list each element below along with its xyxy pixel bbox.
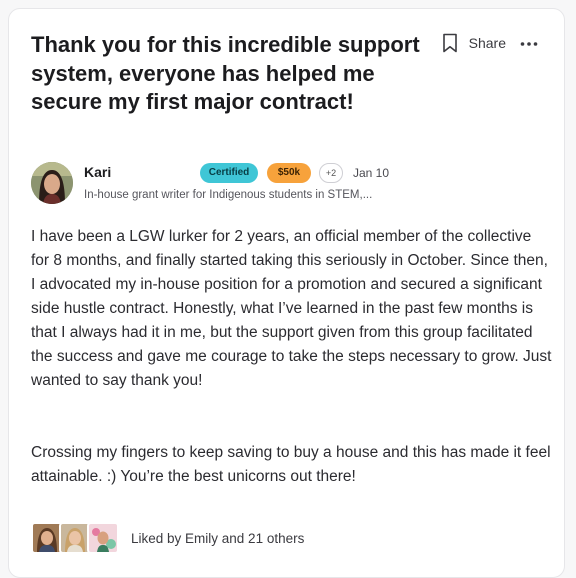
liker-avatar[interactable] — [87, 522, 119, 554]
avatar[interactable] — [31, 162, 73, 204]
post-paragraph: I have been a LGW lurker for 2 years, an… — [31, 228, 552, 389]
more-badges-button[interactable]: +2 — [319, 163, 343, 183]
post-paragraph: Crossing my fingers to keep saving to bu… — [31, 444, 551, 485]
share-button[interactable]: Share — [469, 35, 506, 51]
post-card: Thank you for this incredible support sy… — [8, 8, 565, 578]
certified-badge: Certified — [200, 163, 258, 183]
post-actions: Share — [442, 33, 538, 53]
likes-row: Liked by Emily and 21 others — [31, 522, 304, 554]
bookmark-icon[interactable] — [442, 33, 458, 53]
author-bio: In-house grant writer for Indigenous stu… — [84, 189, 373, 201]
post-date: Jan 10 — [353, 166, 390, 180]
post-body: I have been a LGW lurker for 2 years, an… — [31, 225, 553, 489]
more-dots-icon[interactable] — [520, 34, 538, 52]
likes-summary[interactable]: Liked by Emily and 21 others — [131, 531, 304, 546]
post-title: Thank you for this incredible support sy… — [31, 32, 420, 114]
author-name[interactable]: Kari — [84, 164, 111, 180]
income-badge: $50k — [267, 163, 311, 183]
author-row: Kari Certified $50k +2 Jan 10 In-house g… — [31, 162, 551, 206]
